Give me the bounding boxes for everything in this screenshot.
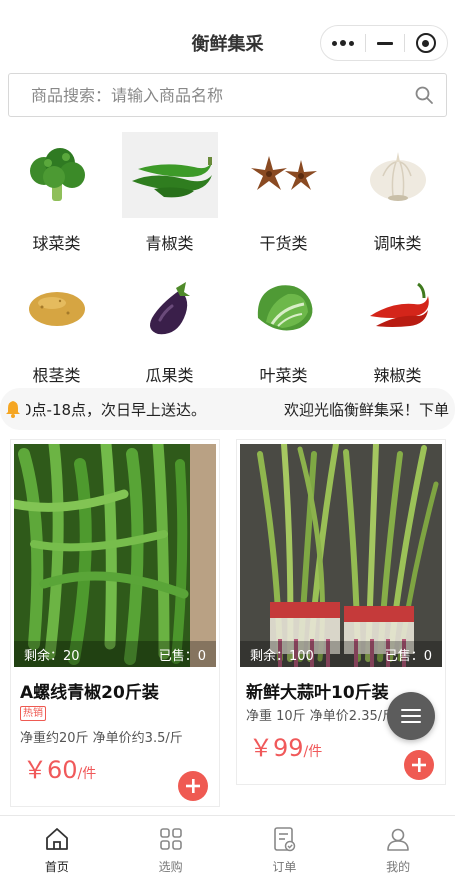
product-name[interactable]: 新鲜大蒜叶10斤装 (246, 678, 389, 703)
product-image[interactable]: 剩余：100 已售：0 (240, 444, 442, 667)
category-label: 辣椒类 (373, 366, 422, 385)
product-spec: 净重 10斤 净单价2.35/斤 (246, 709, 396, 724)
stock-stats: 剩余：20 已售：0 (14, 641, 216, 667)
category-item-melons-fruits[interactable]: 瓜果类 (113, 264, 226, 394)
capsule-divider (403, 34, 405, 52)
notice-text-part2: 欢迎光临衡鲜集采！下单 (284, 401, 450, 419)
menu-line (401, 721, 421, 723)
tab-label: 订单 (272, 860, 297, 874)
category-item-roots[interactable]: 根茎类 (0, 264, 113, 394)
minimize-icon[interactable] (376, 41, 393, 45)
capsule-divider (365, 34, 367, 52)
hot-tag: 热销 (20, 706, 46, 721)
category-item-green-peppers[interactable]: 青椒类 (113, 132, 226, 262)
add-to-cart-button[interactable] (404, 750, 434, 780)
product-card[interactable]: 剩余：20 已售：0 A螺线青椒20斤装 热销 净重约20斤 净单价约3.5/斤… (10, 439, 220, 807)
product-price: ￥60/件 (23, 750, 96, 785)
mini-program-capsule (320, 25, 448, 61)
price-value: ￥60 (23, 756, 78, 784)
sold-count: 已售：0 (384, 648, 432, 664)
tab-orders[interactable]: 订单 (228, 816, 342, 877)
category-label: 根茎类 (32, 366, 81, 385)
cabbage-icon (236, 264, 332, 352)
red-chili-icon (350, 264, 446, 352)
tab-label: 首页 (44, 860, 69, 874)
price-unit: /件 (303, 744, 323, 760)
product-spec: 净重约20斤 净单价约3.5/斤 (20, 731, 183, 746)
tab-home[interactable]: 首页 (0, 816, 114, 877)
green-pepper-photo (14, 444, 216, 667)
more-icon[interactable] (332, 40, 355, 46)
floating-menu-button[interactable] (387, 692, 435, 740)
category-label: 叶菜类 (259, 366, 308, 385)
remaining-count: 剩余：100 (250, 648, 314, 664)
category-label: 青椒类 (145, 234, 194, 253)
category-label: 干货类 (259, 234, 308, 253)
garlic-leaves-photo (240, 444, 442, 667)
tab-label: 选购 (158, 860, 183, 874)
notice-bar: 0点-18点，次日早上送达。 欢迎光临衡鲜集采！下单 (0, 388, 455, 430)
grid-icon (159, 828, 182, 850)
notice-text: 0点-18点，次日早上送达。 欢迎光临衡鲜集采！下单 (26, 399, 455, 420)
price-unit: /件 (77, 766, 97, 782)
order-icon (274, 827, 296, 852)
category-item-seasonings[interactable]: 调味类 (341, 132, 454, 262)
search-icon[interactable] (414, 85, 434, 105)
category-label: 瓜果类 (145, 366, 194, 385)
category-item-chilies[interactable]: 辣椒类 (341, 264, 454, 394)
stock-stats: 剩余：100 已售：0 (240, 641, 442, 667)
category-item-leafy-greens[interactable]: 叶菜类 (227, 264, 340, 394)
menu-line (401, 715, 421, 717)
plus-icon (412, 758, 426, 772)
eggplant-icon (122, 264, 218, 352)
tab-label: 我的 (386, 860, 411, 874)
sold-count: 已售：0 (158, 648, 206, 664)
plus-icon (186, 779, 200, 793)
category-item-ball-vegetables[interactable]: 球菜类 (0, 132, 113, 262)
category-label: 球菜类 (32, 234, 81, 253)
star-anise-icon (236, 132, 332, 220)
tab-profile[interactable]: 我的 (341, 816, 455, 877)
search-input[interactable] (9, 74, 389, 116)
notice-text-part1: 0点-18点，次日早上送达。 (26, 401, 207, 419)
product-price: ￥99/件 (249, 728, 322, 763)
home-icon (45, 828, 68, 850)
tab-shop[interactable]: 选购 (114, 816, 228, 877)
search-bar[interactable] (8, 73, 447, 117)
product-name[interactable]: A螺线青椒20斤装 (20, 678, 159, 703)
bell-icon (6, 401, 20, 418)
broccoli-icon (9, 132, 105, 220)
user-icon (387, 828, 409, 851)
product-image[interactable]: 剩余：20 已售：0 (14, 444, 216, 667)
tab-bar: 首页 选购 订单 我的 (0, 815, 455, 877)
green-pepper-icon (121, 132, 218, 218)
category-item-dried-goods[interactable]: 干货类 (227, 132, 340, 262)
menu-line (401, 709, 421, 711)
close-target-icon[interactable] (415, 33, 436, 53)
price-value: ￥99 (249, 734, 304, 762)
garlic-icon (350, 132, 446, 220)
category-label: 调味类 (373, 234, 422, 253)
add-to-cart-button[interactable] (178, 771, 208, 801)
header: 衡鲜集采 (0, 0, 455, 70)
potato-icon (9, 264, 105, 352)
remaining-count: 剩余：20 (24, 648, 80, 664)
